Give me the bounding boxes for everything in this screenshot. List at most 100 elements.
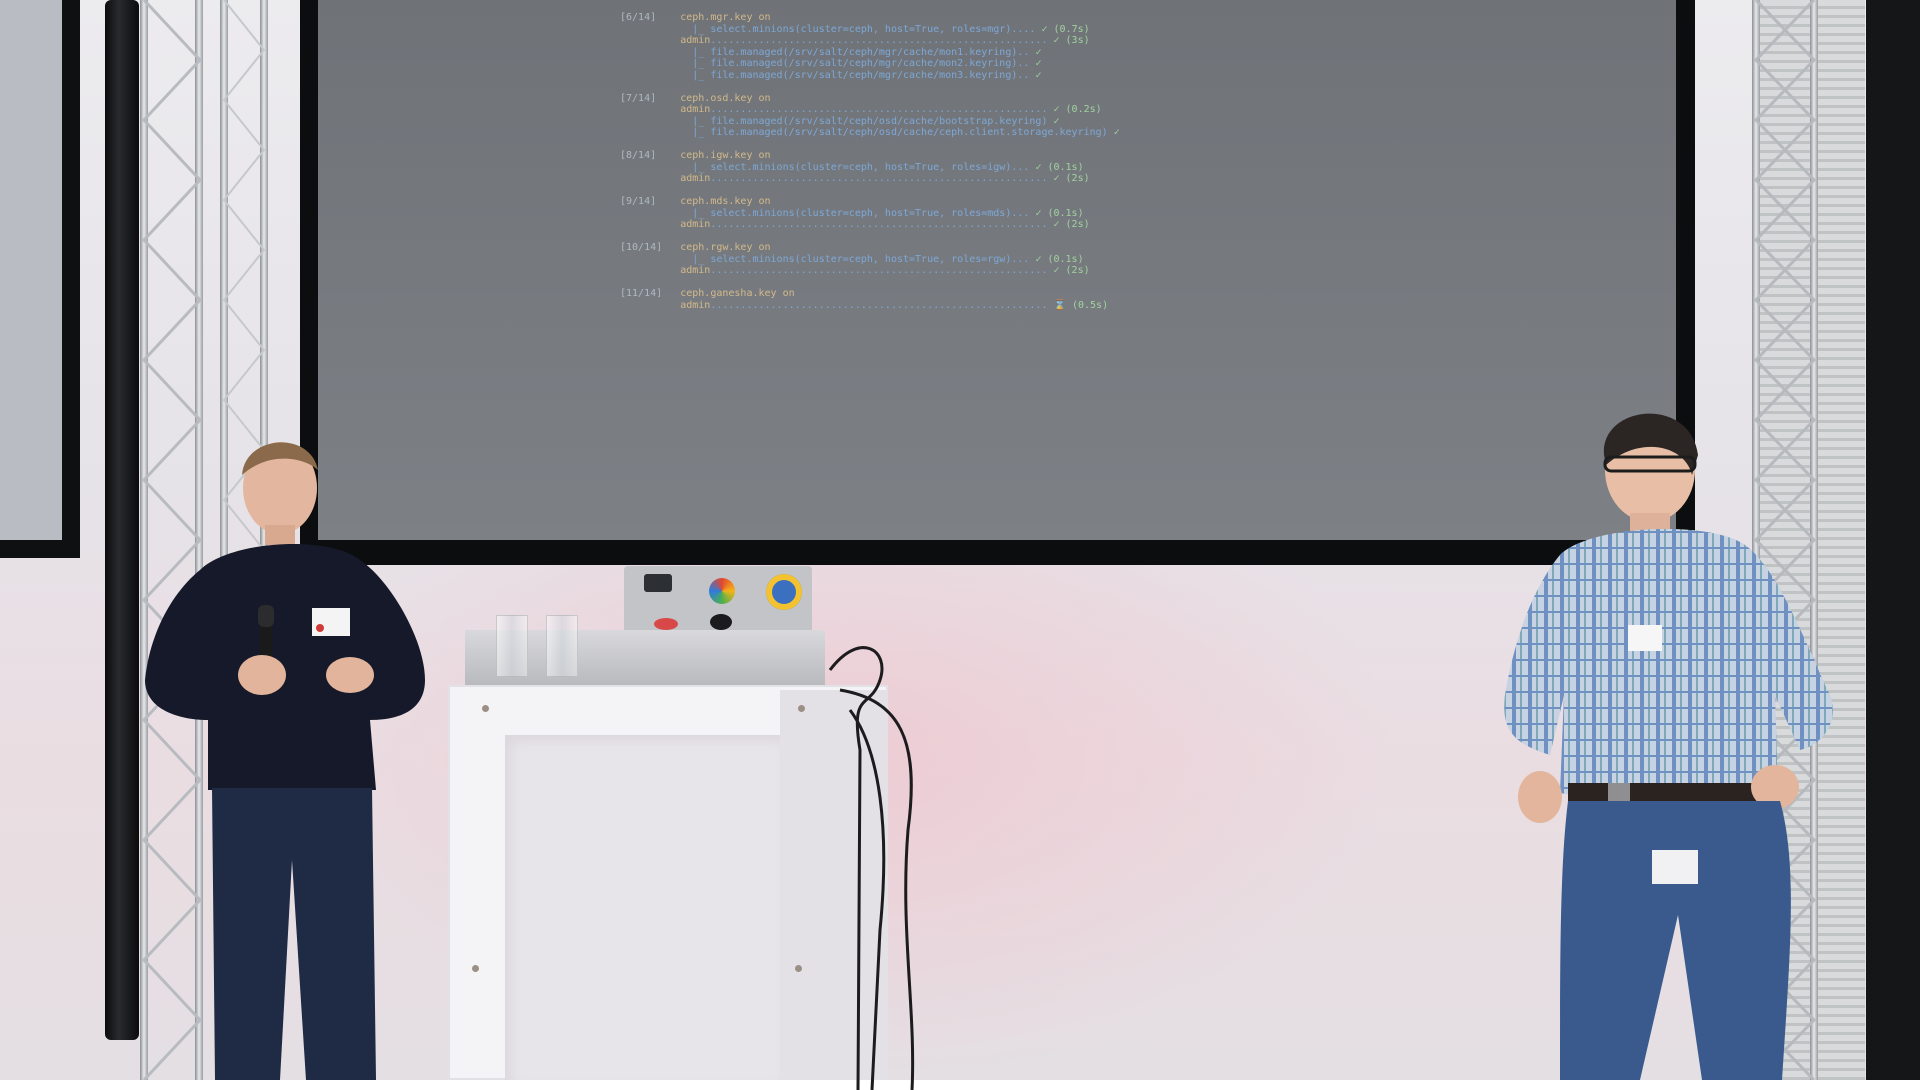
- terminal-line: admin...................................…: [620, 219, 1120, 231]
- terminal-command: ........................................…: [710, 265, 1054, 276]
- terminal-line: |_ file.managed(/srv/salt/ceph/mgr/cache…: [620, 58, 1120, 70]
- laptop-sticker: [654, 618, 678, 630]
- terminal-status: ✓: [1035, 69, 1042, 81]
- speaker-right: [1504, 413, 1833, 1080]
- speaker-left: [145, 442, 425, 1080]
- terminal-line: [7/14] ceph.osd.key on: [620, 93, 1120, 105]
- laptop-lid: [624, 566, 812, 630]
- terminal-step-label: [620, 162, 680, 173]
- terminal-key: admin: [680, 104, 711, 115]
- terminal-command: ........................................…: [710, 299, 1054, 311]
- terminal-command: |_ select.minions(cluster=ceph, host=Tru…: [692, 23, 1042, 35]
- terminal-step-label: [620, 127, 680, 138]
- terminal-status: ✓: [1053, 115, 1060, 127]
- terminal-line: |_ select.minions(cluster=ceph, host=Tru…: [620, 254, 1120, 266]
- terminal-command: ........................................…: [710, 35, 1054, 46]
- terminal-status: ⌛ (0.5s): [1053, 299, 1109, 311]
- podium-bolt: [472, 965, 479, 972]
- terminal-status: ✓ (0.1s): [1035, 161, 1084, 173]
- water-glass: [546, 615, 578, 677]
- terminal-line: |_ file.managed(/srv/salt/ceph/mgr/cache…: [620, 47, 1120, 59]
- terminal-step-label: [620, 24, 680, 35]
- terminal-line: [8/14] ceph.igw.key on: [620, 150, 1120, 162]
- speaker-right-badge: [1628, 625, 1662, 651]
- terminal-step-label: [8/14]: [620, 150, 681, 161]
- laptop-sticker: [710, 614, 732, 630]
- terminal-line: [11/14] ceph.ganesha.key on: [620, 288, 1120, 300]
- laptop-sticker: [709, 578, 735, 604]
- terminal-step-label: [620, 47, 680, 58]
- terminal-line: [6/14] ceph.mgr.key on: [620, 12, 1120, 24]
- terminal-line: admin...................................…: [620, 35, 1120, 47]
- terminal-command: |_ select.minions(cluster=ceph, host=Tru…: [692, 207, 1036, 219]
- terminal-key: ceph.rgw.key on: [680, 242, 771, 253]
- terminal-step-label: [620, 208, 680, 219]
- terminal-command: |_ file.managed(/srv/salt/ceph/mgr/cache…: [692, 69, 1036, 81]
- terminal-step-label: [620, 58, 680, 69]
- terminal-command: ........................................…: [710, 219, 1054, 230]
- terminal-key: admin: [680, 265, 711, 276]
- terminal-step-label: [620, 116, 680, 127]
- left-black-pipe: [105, 0, 139, 1040]
- terminal-step-label: [620, 173, 680, 184]
- terminal-status: ✓ (2s): [1053, 173, 1090, 184]
- terminal-command: |_ file.managed(/srv/salt/ceph/mgr/cache…: [692, 46, 1036, 58]
- speaker-right-jeans: [1560, 801, 1791, 1080]
- terminal-command: |_ select.minions(cluster=ceph, host=Tru…: [692, 161, 1036, 173]
- terminal-status: ✓ (3s): [1053, 35, 1090, 46]
- terminal-command: |_ file.managed(/srv/salt/ceph/osd/cache…: [692, 115, 1054, 127]
- terminal-key: ceph.igw.key on: [680, 150, 771, 161]
- terminal-step-label: [7/14]: [620, 92, 681, 104]
- speaker-right-lanyard-card: [1652, 850, 1698, 884]
- terminal-step-label: [620, 70, 680, 81]
- terminal-line: |_ select.minions(cluster=ceph, host=Tru…: [620, 162, 1120, 174]
- podium-bolt: [798, 705, 805, 712]
- terminal-command: |_ file.managed(/srv/salt/ceph/osd/cache…: [692, 127, 1114, 138]
- terminal-output: [6/14] ceph.mgr.key on |_ select.minions…: [620, 12, 1120, 311]
- terminal-status: ✓ (0.7s): [1041, 23, 1090, 35]
- terminal-status: ✓ (0.1s): [1035, 207, 1084, 219]
- water-glass: [496, 615, 528, 677]
- laptop-sticker: [766, 574, 802, 610]
- terminal-status: ✓ (2s): [1053, 265, 1090, 276]
- terminal-step-label: [620, 219, 680, 230]
- terminal-key: ceph.mds.key on: [680, 196, 771, 207]
- terminal-line: |_ file.managed(/srv/salt/ceph/osd/cache…: [620, 127, 1120, 139]
- terminal-step-label: [620, 300, 680, 311]
- terminal-step-label: [620, 254, 680, 265]
- podium-cables: [828, 646, 915, 1090]
- terminal-step-label: [6/14]: [620, 12, 681, 23]
- terminal-status: ✓: [1113, 127, 1120, 138]
- terminal-step-label: [9/14]: [620, 196, 681, 207]
- terminal-step-label: [620, 35, 680, 46]
- left-side-screen: [0, 0, 80, 558]
- podium-bolt: [482, 705, 489, 712]
- terminal-key: ceph.ganesha.key on: [680, 288, 795, 299]
- terminal-command: ........................................…: [710, 173, 1054, 184]
- speaker-left-badge: [312, 608, 350, 636]
- terminal-line: |_ file.managed(/srv/salt/ceph/mgr/cache…: [620, 70, 1120, 82]
- terminal-line: |_ select.minions(cluster=ceph, host=Tru…: [620, 24, 1120, 36]
- terminal-status: ✓ (0.1s): [1035, 253, 1084, 265]
- terminal-status: ✓ (2s): [1053, 219, 1090, 230]
- terminal-command: |_ select.minions(cluster=ceph, host=Tru…: [692, 253, 1036, 265]
- terminal-key: ceph.mgr.key on: [680, 12, 771, 23]
- terminal-step-label: [10/14]: [620, 242, 681, 253]
- right-black-pillar: [1866, 0, 1920, 1080]
- speaker-left-jeans: [212, 788, 376, 1080]
- terminal-step-label: [620, 265, 680, 276]
- speaker-left-sweater: [145, 543, 425, 790]
- terminal-line: |_ file.managed(/srv/salt/ceph/osd/cache…: [620, 116, 1120, 128]
- terminal-step-label: [11/14]: [620, 288, 681, 299]
- terminal-line: admin...................................…: [620, 265, 1120, 277]
- terminal-status: ✓: [1035, 46, 1042, 58]
- speaker-right-belt: [1568, 783, 1780, 803]
- terminal-status: ✓ (0.2s): [1053, 104, 1102, 115]
- terminal-key: admin: [680, 219, 711, 230]
- conference-stage: [6/14] ceph.mgr.key on |_ select.minions…: [0, 0, 1920, 1090]
- terminal-key: admin: [680, 299, 711, 311]
- terminal-line: [10/14] ceph.rgw.key on: [620, 242, 1120, 254]
